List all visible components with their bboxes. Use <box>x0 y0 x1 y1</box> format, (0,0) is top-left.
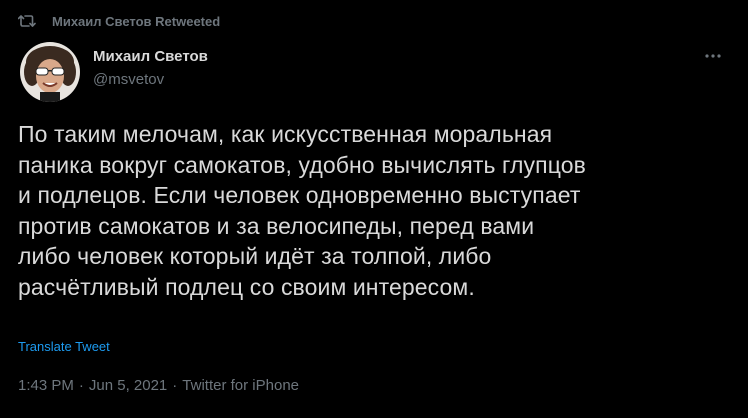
meta-separator: · <box>172 377 178 394</box>
tweet-metadata: 1:43 PM · Jun 5, 2021 · Twitter for iPho… <box>18 377 299 394</box>
retweet-icon <box>18 13 38 29</box>
tweet-text-line: расчётливый подлец со своим интересом. <box>18 273 475 300</box>
avatar[interactable] <box>20 42 80 102</box>
tweet-text-line: против самокатов и за велосипеды, перед … <box>18 212 535 239</box>
tweet-time[interactable]: 1:43 PM <box>18 377 74 394</box>
more-icon <box>704 46 722 64</box>
tweet-text-line: либо человек который идёт за толпой, либ… <box>18 243 492 269</box>
tweet-card: Михаил Светов Retweeted Михаил Светов @m… <box>0 0 748 418</box>
more-button[interactable] <box>700 42 726 68</box>
tweet-source[interactable]: Twitter for iPhone <box>182 377 299 394</box>
tweet-text: По таким мелочам, как искусственная мора… <box>18 119 738 302</box>
retweet-label[interactable]: Михаил Светов Retweeted <box>52 14 220 29</box>
author-handle[interactable]: @msvetov <box>93 69 208 91</box>
retweet-indicator: Михаил Светов Retweeted <box>18 10 220 32</box>
tweet-text-line: паника вокруг самокатов, удобно вычислят… <box>18 151 586 178</box>
tweet-date[interactable]: Jun 5, 2021 <box>89 377 167 394</box>
meta-separator: · <box>78 377 84 394</box>
tweet-text-line: и подлецов. Если человек одновременно вы… <box>18 182 581 208</box>
author-block: Михаил Светов @msvetov <box>93 48 208 91</box>
translate-tweet-link[interactable]: Translate Tweet <box>18 339 110 354</box>
tweet-text-line: По таким мелочам, как искусственная мора… <box>18 121 553 147</box>
author-display-name[interactable]: Михаил Светов <box>93 48 208 66</box>
